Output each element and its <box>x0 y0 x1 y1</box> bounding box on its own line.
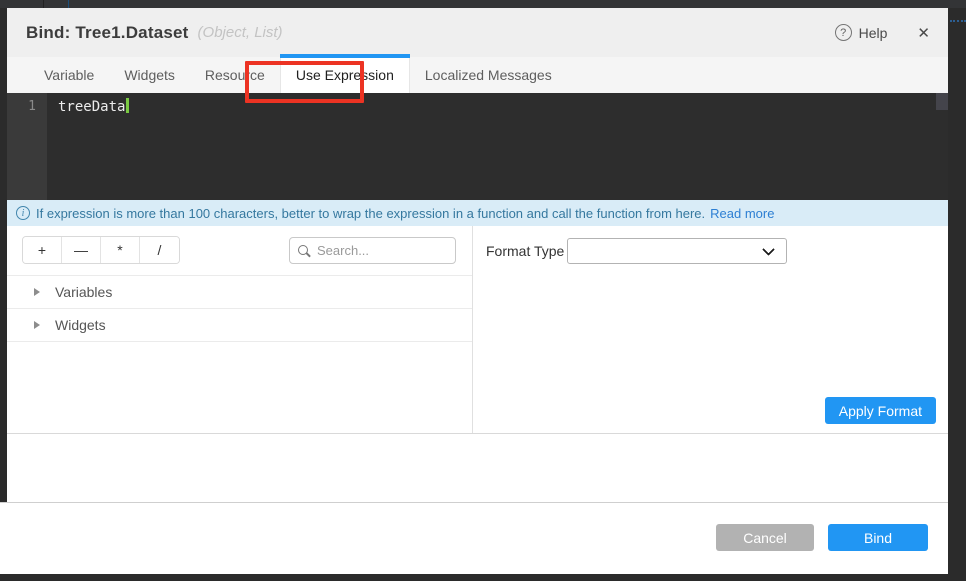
cancel-button[interactable]: Cancel <box>716 524 814 551</box>
screen: Bind: Tree1.Dataset (Object, List) ? Hel… <box>0 0 966 581</box>
tree-item-label: Widgets <box>55 317 106 333</box>
format-type-row: Format Type <box>486 238 948 264</box>
background-separator <box>43 0 44 8</box>
editor-code-area[interactable]: treeData <box>47 93 948 200</box>
caret-right-icon <box>34 288 40 296</box>
editor-scrollbar[interactable] <box>936 93 948 110</box>
operator-toolbar: + — * / <box>7 236 472 264</box>
help-icon: ? <box>835 24 852 41</box>
format-panel: Format Type Apply Format <box>473 226 948 433</box>
code-text: treeData <box>58 99 125 115</box>
annotation-highlight-box <box>245 61 364 103</box>
dialog-footer: Cancel Bind <box>0 502 948 574</box>
close-icon[interactable]: ✕ <box>917 24 930 42</box>
tree-item-label: Variables <box>55 284 112 300</box>
background-top-bar <box>0 0 966 8</box>
main-section: + — * / Variables <box>7 226 948 434</box>
text-cursor <box>126 98 129 113</box>
read-more-link[interactable]: Read more <box>710 206 774 221</box>
tab-widgets[interactable]: Widgets <box>109 57 190 93</box>
help-label: Help <box>859 25 888 41</box>
editor-gutter: 1 <box>7 93 47 200</box>
dialog-header: Bind: Tree1.Dataset (Object, List) ? Hel… <box>7 8 948 57</box>
background-separator <box>68 0 69 8</box>
search-input[interactable] <box>317 243 493 258</box>
info-bar: i If expression is more than 100 charact… <box>7 200 948 226</box>
search-box <box>289 237 456 264</box>
info-message: If expression is more than 100 character… <box>36 206 705 221</box>
operator-divide-button[interactable]: / <box>140 237 179 263</box>
bindables-tree: Variables Widgets <box>7 275 472 342</box>
empty-section <box>7 434 948 502</box>
dialog-subtitle: (Object, List) <box>198 24 283 41</box>
operator-button-group: + — * / <box>22 236 180 264</box>
chevron-down-icon <box>762 243 775 256</box>
expression-helper-panel: + — * / Variables <box>7 226 473 433</box>
tab-variable[interactable]: Variable <box>29 57 109 93</box>
background-selection-dotted-line <box>950 20 966 22</box>
search-icon <box>298 245 308 255</box>
tab-localized-messages[interactable]: Localized Messages <box>410 57 567 93</box>
tree-item-widgets[interactable]: Widgets <box>7 309 472 342</box>
bind-dialog: Bind: Tree1.Dataset (Object, List) ? Hel… <box>7 8 948 574</box>
tree-item-variables[interactable]: Variables <box>7 276 472 309</box>
operator-multiply-button[interactable]: * <box>101 237 140 263</box>
dialog-title: Bind: Tree1.Dataset <box>26 23 189 43</box>
operator-plus-button[interactable]: + <box>23 237 62 263</box>
format-type-label: Format Type <box>486 243 567 259</box>
operator-minus-button[interactable]: — <box>62 237 101 263</box>
format-type-select[interactable] <box>567 238 787 264</box>
line-number: 1 <box>28 99 36 114</box>
apply-format-button[interactable]: Apply Format <box>825 397 936 424</box>
info-icon: i <box>16 206 30 220</box>
tab-bar: Variable Widgets Resource Use Expression… <box>7 57 948 93</box>
caret-right-icon <box>34 321 40 329</box>
help-button[interactable]: ? Help <box>835 24 888 41</box>
expression-code-editor[interactable]: 1 treeData <box>7 93 948 200</box>
bind-button[interactable]: Bind <box>828 524 928 551</box>
